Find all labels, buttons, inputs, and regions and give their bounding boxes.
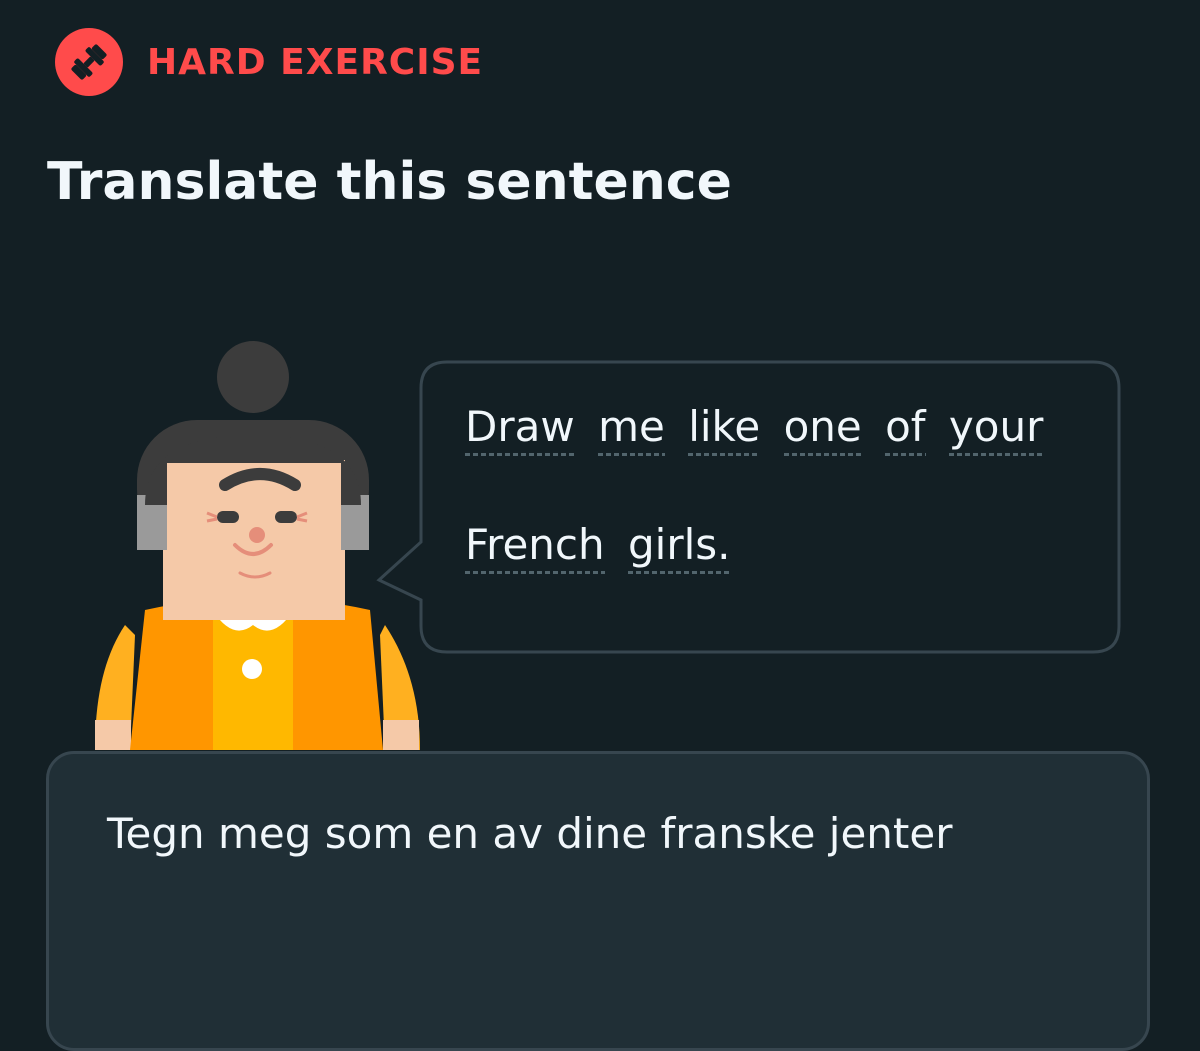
prompt-line: French girls. [465,486,1085,604]
prompt-word[interactable]: Draw [465,368,575,486]
prompt-word[interactable]: girls. [627,486,730,604]
prompt-word[interactable]: French [465,486,605,604]
prompt-word[interactable]: one [783,368,862,486]
prompt-word[interactable]: your [948,368,1044,486]
exercise-difficulty-label: HARD EXERCISE [147,41,484,83]
speech-bubble: Draw me like one of your French girls. [375,360,1123,656]
prompt-word[interactable]: like [688,368,761,486]
prompt-word[interactable]: me [598,368,665,486]
prompt-sentence: Draw me like one of your French girls. [465,402,1085,604]
prompt-word[interactable]: of [885,368,927,486]
exercise-badge: HARD EXERCISE [55,28,483,96]
prompt-line: Draw me like one of your [465,368,1085,486]
answer-text[interactable]: Tegn meg som en av dine franske jenter [107,802,953,866]
page-title: Translate this sentence [47,152,732,212]
dumbbell-icon [55,28,123,96]
answer-input[interactable]: Tegn meg som en av dine franske jenter [46,751,1150,1051]
